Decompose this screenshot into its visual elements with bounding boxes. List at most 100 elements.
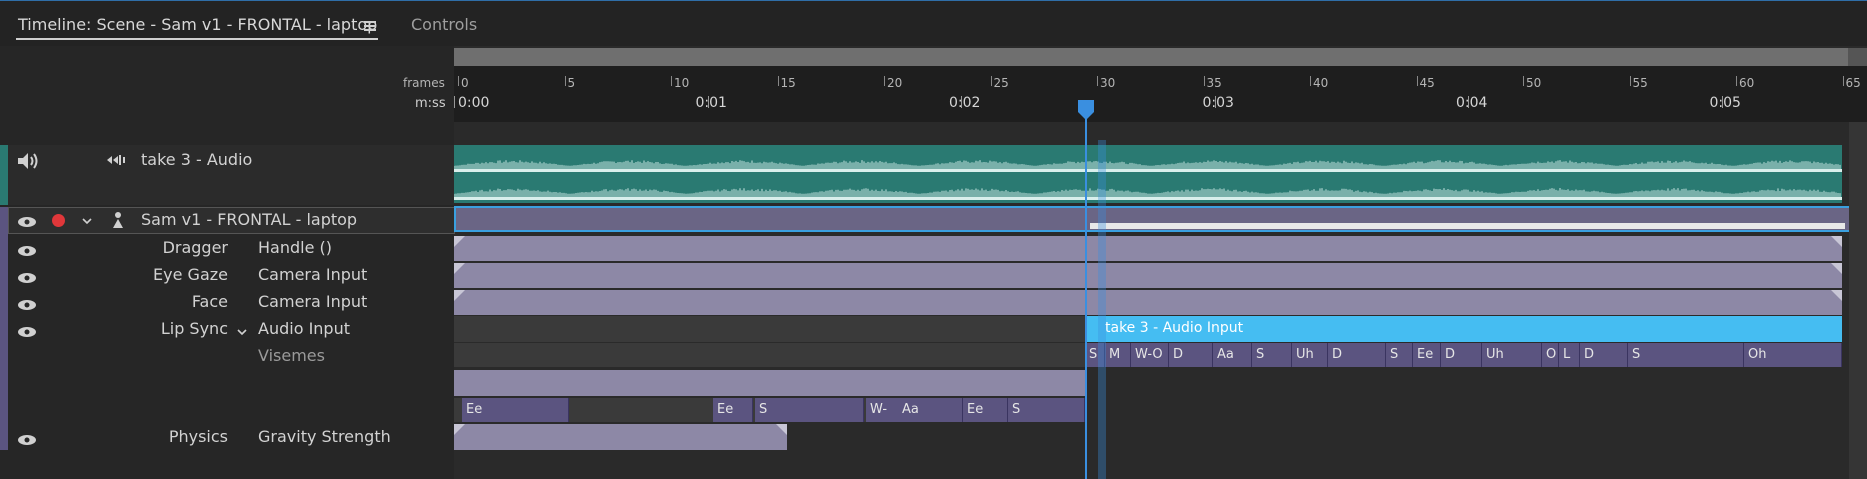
eye-icon[interactable] — [17, 432, 37, 445]
behavior-name: Eye Gaze — [153, 265, 228, 284]
time-ruler[interactable] — [454, 66, 1867, 122]
ruler-frame-tick — [777, 76, 779, 86]
viseme-item[interactable]: O — [1542, 343, 1559, 367]
chevron-down-icon[interactable] — [236, 324, 248, 336]
playhead-highlight — [1098, 140, 1106, 479]
eye-icon[interactable] — [17, 214, 37, 227]
tab-timeline[interactable]: Timeline: Scene - Sam v1 - FRONTAL - lap… — [18, 15, 377, 34]
ruler-time-label: 0:00 — [458, 95, 490, 111]
tab-timeline-label: Timeline: Scene - Sam v1 - FRONTAL - lap… — [18, 15, 378, 34]
viseme-item[interactable]: S — [1386, 343, 1413, 367]
eye-icon[interactable] — [17, 243, 37, 256]
ruler-frame-label: 25 — [993, 76, 1009, 90]
ruler-time-label: 0:01 — [695, 95, 727, 111]
viseme-item[interactable]: Ee — [462, 398, 569, 422]
ruler-frame-tick — [458, 76, 459, 86]
ruler-frame-label: 5 — [567, 76, 576, 90]
puppet-icon — [112, 211, 124, 229]
param-bar[interactable] — [454, 236, 1842, 261]
ruler-frame-tick — [990, 76, 992, 86]
playhead-handle[interactable] — [1078, 100, 1094, 120]
bar-start-handle[interactable] — [454, 236, 465, 247]
bar-start-handle[interactable] — [454, 290, 465, 301]
behavior-name: Dragger — [162, 238, 228, 257]
ruler-time-label: 0:04 — [1456, 95, 1488, 111]
viseme-item[interactable]: Oh — [1744, 343, 1842, 367]
chevron-down-icon[interactable] — [81, 213, 93, 225]
eye-icon[interactable] — [17, 324, 37, 337]
ruler-frame-tick — [564, 76, 566, 86]
eye-icon[interactable] — [17, 297, 37, 310]
viseme-item[interactable]: D — [1580, 343, 1628, 367]
eye-icon[interactable] — [17, 270, 37, 283]
vertical-scroll-gutter[interactable] — [1849, 122, 1867, 479]
time-scrollbar[interactable] — [454, 48, 1848, 66]
viseme-item[interactable]: Uh — [1292, 343, 1328, 367]
behavior-input[interactable]: Gravity Strength — [258, 427, 391, 446]
audio-clip[interactable] — [453, 145, 1842, 203]
lipsync-empty-region — [454, 316, 1085, 342]
viseme-item[interactable]: Uh — [1482, 343, 1542, 367]
viseme-item[interactable]: S — [1008, 398, 1085, 422]
behavior-input[interactable]: Visemes — [258, 346, 325, 365]
viseme-item[interactable]: W- — [866, 398, 900, 422]
behavior-input[interactable]: Handle () — [258, 238, 332, 257]
lipsync-take-label: take 3 - Audio Input — [1105, 320, 1244, 336]
audio-waveform-icon — [105, 153, 127, 167]
viseme-item[interactable]: Aa — [1213, 343, 1252, 367]
record-arm-icon[interactable] — [52, 214, 65, 227]
puppet-track-header[interactable]: Sam v1 - FRONTAL - laptop — [8, 207, 455, 234]
viseme-item[interactable]: D — [1328, 343, 1386, 367]
ruler-time-tick — [454, 96, 455, 108]
audio-track-header: take 3 - Audio — [0, 145, 454, 205]
ruler-frame-label: 35 — [1206, 76, 1222, 90]
tab-controls[interactable]: Controls — [411, 15, 477, 34]
active-tab-indicator — [16, 38, 378, 40]
viseme-item[interactable]: Ee — [963, 398, 1008, 422]
panel-menu-icon[interactable] — [364, 21, 376, 31]
param-bar[interactable] — [454, 263, 1842, 288]
viseme-item[interactable]: D — [1169, 343, 1213, 367]
param-bar[interactable] — [454, 290, 1842, 315]
viseme-item[interactable]: S — [1252, 343, 1292, 367]
ruler-frame-label: 20 — [887, 76, 903, 90]
visemes-prev-take-bar[interactable] — [454, 370, 1085, 396]
ruler-frame-tick — [884, 76, 885, 86]
physics-start-handle[interactable] — [454, 424, 465, 435]
bar-end-handle[interactable] — [1831, 263, 1842, 274]
ruler-frame-label: 40 — [1313, 76, 1329, 90]
visemes-empty-region — [454, 343, 1085, 367]
ruler-frame-label: 65 — [1845, 76, 1861, 90]
viseme-item[interactable]: Ee — [713, 398, 753, 422]
viseme-item[interactable]: S — [1628, 343, 1744, 367]
viseme-item[interactable]: W-O — [1131, 343, 1169, 367]
bar-end-handle[interactable] — [1831, 236, 1842, 247]
ruler-frame-tick — [1736, 76, 1737, 86]
behavior-input[interactable]: Camera Input — [258, 292, 367, 311]
viseme-item[interactable]: L — [1559, 343, 1580, 367]
tab-bar: Timeline: Scene - Sam v1 - FRONTAL - lap… — [0, 0, 1867, 46]
viseme-item[interactable]: Aa — [898, 398, 963, 422]
physics-end-handle[interactable] — [776, 424, 787, 435]
puppet-track-color — [0, 207, 8, 450]
physics-param-bar[interactable] — [454, 424, 787, 450]
audio-track-name[interactable]: take 3 - Audio — [141, 150, 252, 169]
lipsync-take-clip[interactable]: take 3 - Audio Input — [1085, 316, 1842, 342]
ruler-frame-tick — [1523, 76, 1524, 86]
speaker-icon[interactable] — [16, 152, 40, 170]
viseme-item[interactable]: D — [1441, 343, 1482, 367]
bar-end-handle[interactable] — [1831, 290, 1842, 301]
viseme-item[interactable]: Ee — [1413, 343, 1441, 367]
viseme-item[interactable]: M — [1105, 343, 1131, 367]
ruler-frame-label: 60 — [1739, 76, 1755, 90]
behavior-input[interactable]: Camera Input — [258, 265, 367, 284]
ruler-frame-label: 30 — [1100, 76, 1116, 90]
ruler-time-label: 0:05 — [1709, 95, 1741, 111]
behavior-input[interactable]: Audio Input — [258, 319, 350, 338]
viseme-item[interactable]: S — [755, 398, 864, 422]
ruler-time-label: 0:03 — [1202, 95, 1234, 111]
ruler-time-label: 0:02 — [949, 95, 981, 111]
bar-start-handle[interactable] — [454, 263, 465, 274]
puppet-clip[interactable] — [454, 206, 1867, 232]
ruler-frame-tick — [1629, 76, 1631, 86]
